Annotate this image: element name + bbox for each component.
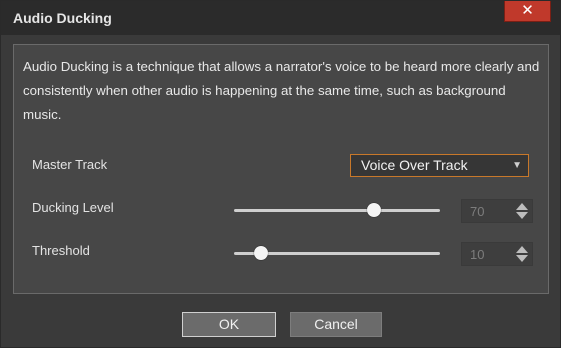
master-track-select[interactable]: Voice Over Track ▼	[350, 154, 529, 177]
threshold-label: Threshold	[32, 243, 90, 258]
ducking-level-label: Ducking Level	[32, 200, 114, 215]
spin-up-icon[interactable]	[516, 203, 528, 210]
threshold-stepper[interactable]: 10	[461, 242, 533, 266]
ducking-level-slider-track	[234, 209, 440, 212]
ok-button[interactable]: OK	[182, 312, 276, 337]
dialog-title: Audio Ducking	[13, 10, 112, 26]
spin-down-icon[interactable]	[516, 212, 528, 219]
close-button[interactable]: ✕	[504, 1, 551, 22]
threshold-slider-thumb[interactable]	[253, 246, 268, 260]
master-track-label: Master Track	[32, 157, 108, 172]
audio-ducking-dialog: Audio Ducking ✕ Audio Ducking is a techn…	[0, 0, 561, 348]
spin-down-icon[interactable]	[516, 255, 528, 262]
chevron-down-icon: ▼	[512, 160, 522, 171]
title-bar: Audio Ducking ✕	[1, 1, 560, 35]
threshold-value[interactable]: 10	[470, 247, 484, 262]
threshold-spin-arrows[interactable]	[515, 245, 529, 263]
settings-panel: Audio Ducking is a technique that allows…	[13, 44, 549, 294]
ducking-level-spin-arrows[interactable]	[515, 202, 529, 220]
ducking-level-slider[interactable]	[234, 203, 440, 217]
spin-up-icon[interactable]	[516, 246, 528, 253]
close-icon: ✕	[521, 2, 534, 19]
ducking-level-slider-thumb[interactable]	[367, 203, 382, 217]
cancel-button[interactable]: Cancel	[290, 312, 382, 337]
ducking-level-value[interactable]: 70	[470, 204, 484, 219]
threshold-slider[interactable]	[234, 246, 440, 260]
description-text: Audio Ducking is a technique that allows…	[23, 59, 540, 122]
ducking-level-stepper[interactable]: 70	[461, 199, 533, 223]
master-track-value: Voice Over Track	[361, 157, 468, 173]
